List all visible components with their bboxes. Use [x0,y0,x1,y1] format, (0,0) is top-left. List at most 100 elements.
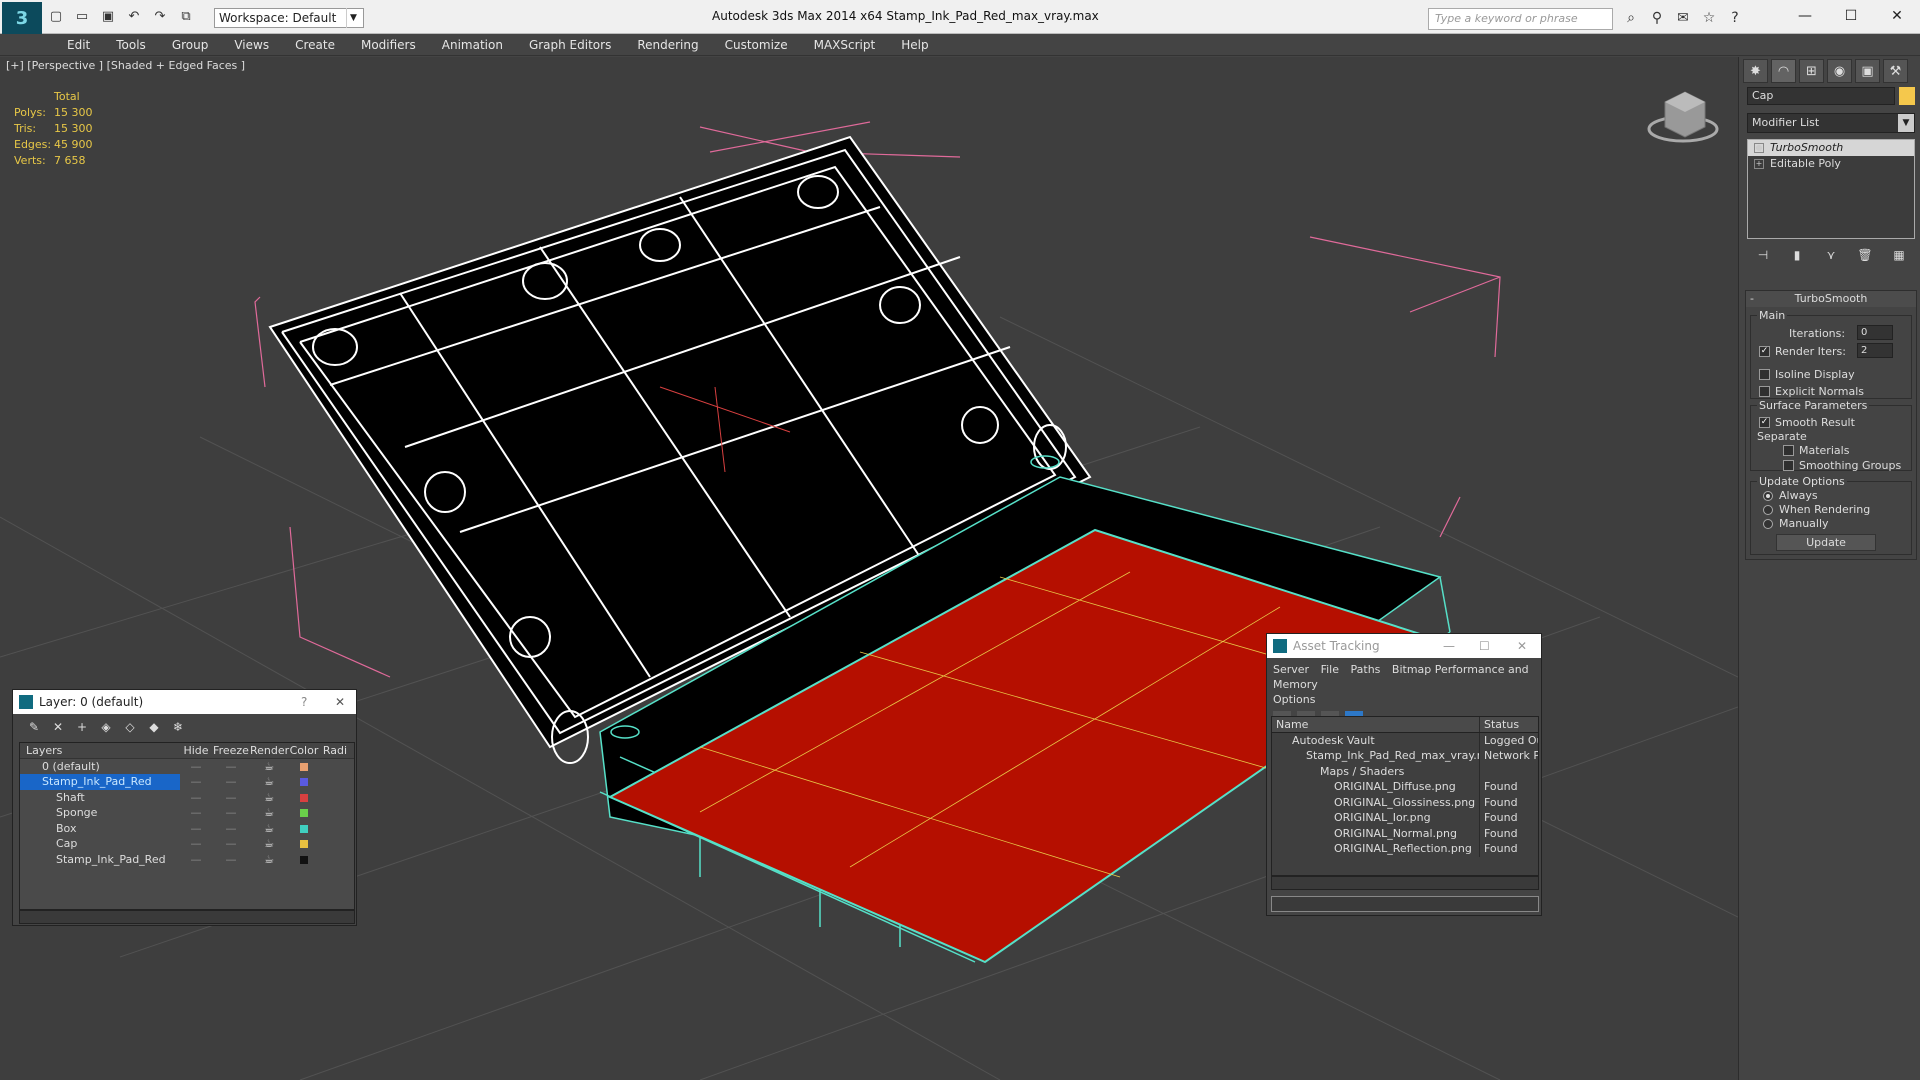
add-to-layer-icon[interactable]: + [73,718,91,736]
menu-help[interactable]: Help [888,34,941,55]
manually-radio[interactable] [1763,519,1773,529]
horizontal-scrollbar[interactable] [1271,876,1539,890]
viewport-label[interactable]: [+] [Perspective ] [Shaded + Edged Faces… [6,59,245,72]
undo-icon[interactable]: ↶ [124,6,144,26]
column-header[interactable]: Radi [320,743,350,758]
layer-color-swatch[interactable] [300,762,308,771]
create-tab-icon[interactable]: ✸ [1743,59,1768,83]
teapot-icon[interactable]: ☕ [250,852,288,868]
motion-tab-icon[interactable]: ◉ [1827,59,1852,83]
minimize-icon[interactable]: — [1443,634,1455,658]
asset-row[interactable]: Autodesk Vault Logged Out [1272,732,1538,748]
asset-window-titlebar[interactable]: Asset Tracking — ☐ ✕ [1267,634,1541,658]
menu-file[interactable]: File [1321,663,1339,676]
viewcube-icon[interactable] [1647,91,1719,143]
teapot-icon[interactable]: ☕ [250,774,288,790]
asset-row[interactable]: ORIGINAL_Diffuse.png Found [1272,779,1538,795]
menu-modifiers[interactable]: Modifiers [348,34,429,55]
layer-row[interactable]: Box — — ☕ [20,821,354,837]
teapot-icon[interactable]: ☕ [250,805,288,821]
asset-name[interactable]: Maps / Shaders [1272,763,1480,779]
column-header[interactable]: Freeze [212,743,250,758]
layer-row[interactable]: Shaft — — ☕ [20,790,354,806]
object-name[interactable]: Sponge [20,805,180,821]
always-radio[interactable] [1763,491,1773,501]
render-iters-checkbox[interactable]: ✓ [1759,346,1770,357]
column-header[interactable]: Render [250,743,289,758]
object-color-swatch[interactable] [1899,87,1915,105]
object-name[interactable]: Shaft [20,790,180,806]
redo-icon[interactable]: ↷ [150,6,170,26]
expand-icon[interactable]: + [1754,159,1764,169]
asset-name[interactable]: ORIGINAL_Glossiness.png [1272,794,1480,810]
menu-create[interactable]: Create [282,34,348,55]
save-icon[interactable]: ▣ [98,6,118,26]
app-logo-icon[interactable]: 3 [2,2,42,34]
layer-row[interactable]: 0 (default) — — ☕ [20,759,354,775]
layer-window-titlebar[interactable]: Layer: 0 (default) ? ✕ [13,690,356,714]
iterations-spinner[interactable]: 0 [1857,325,1893,340]
render-iters-spinner[interactable]: 2 [1857,343,1893,358]
layer-color-swatch[interactable] [300,778,308,786]
utilities-tab-icon[interactable]: ⚒ [1883,59,1908,83]
asset-name[interactable]: Autodesk Vault [1272,732,1480,748]
menu-paths[interactable]: Paths [1351,663,1381,676]
open-file-icon[interactable]: ▭ [72,6,92,26]
menu-options[interactable]: Options [1273,693,1315,706]
perspective-viewport[interactable]: [+] [Perspective ] [Shaded + Edged Faces… [0,57,1738,1080]
close-icon[interactable]: ✕ [1517,634,1527,658]
asset-row[interactable]: Stamp_Ink_Pad_Red_max_vray.max Network P… [1272,748,1538,764]
minimize-icon[interactable]: — [1782,0,1828,32]
display-tab-icon[interactable]: ▣ [1855,59,1880,83]
maximize-icon[interactable]: ☐ [1828,0,1874,32]
explicit-normals-checkbox[interactable] [1759,386,1770,397]
layer-row[interactable]: Sponge — — ☕ [20,805,354,821]
maximize-icon[interactable]: ☐ [1479,634,1490,658]
menu-server[interactable]: Server [1273,663,1309,676]
asset-row[interactable]: ORIGINAL_Reflection.png Found [1272,841,1538,857]
project-folder-icon[interactable]: ⧉ [176,6,196,26]
menu-rendering[interactable]: Rendering [624,34,711,55]
communication-icon[interactable]: ✉ [1674,8,1692,28]
layer-row[interactable]: Stamp_Ink_Pad_Red — — ☕ [20,774,354,790]
freeze-all-icon[interactable]: ❄ [169,718,187,736]
remove-modifier-icon[interactable]: 🗑 [1855,245,1875,265]
column-header[interactable]: Status [1480,717,1538,732]
layer-color-swatch[interactable] [300,809,308,817]
viewport-scene[interactable] [0,57,1738,1080]
asset-name[interactable]: ORIGINAL_Diffuse.png [1272,779,1480,795]
layer-color-swatch[interactable] [300,824,308,833]
stack-item-turbosmooth[interactable]: ● TurboSmooth [1748,140,1914,156]
delete-layer-icon[interactable]: ✕ [49,718,67,736]
layer-color-swatch[interactable] [300,840,308,848]
menu-graph-editors[interactable]: Graph Editors [516,34,624,55]
lightbulb-icon[interactable]: ● [1754,143,1764,153]
layer-color-swatch[interactable] [300,855,308,864]
search-input[interactable]: Type a keyword or phrase [1428,8,1613,30]
help-icon[interactable]: ? [301,690,307,714]
object-name-field[interactable]: Cap [1747,87,1895,105]
column-header[interactable]: Hide [180,743,212,758]
new-layer-icon[interactable]: ✎ [25,718,43,736]
menu-animation[interactable]: Animation [429,34,516,55]
layer-name[interactable]: Stamp_Ink_Pad_Red [20,774,180,790]
object-name[interactable]: Stamp_Ink_Pad_Red [20,852,180,868]
asset-row[interactable]: ORIGINAL_Glossiness.png Found [1272,794,1538,810]
modifier-list-dropdown[interactable]: Modifier List ▼ [1747,113,1915,133]
highlight-layer-icon[interactable]: ◇ [121,718,139,736]
pin-stack-icon[interactable]: ⊣ [1753,245,1773,265]
close-icon[interactable]: ✕ [335,690,345,714]
update-button[interactable]: Update [1776,534,1876,551]
show-end-result-icon[interactable]: ▮ [1787,245,1807,265]
hierarchy-tab-icon[interactable]: ⊞ [1799,59,1824,83]
chevron-down-icon[interactable]: ▼ [1898,114,1914,132]
configure-sets-icon[interactable]: ▦ [1889,245,1909,265]
asset-name[interactable]: ORIGINAL_Ior.png [1272,810,1480,826]
menu-bitmap-performance[interactable]: Bitmap Performance and Memory [1273,663,1529,691]
select-in-layer-icon[interactable]: ◈ [97,718,115,736]
smooth-result-checkbox[interactable]: ✓ [1759,417,1770,428]
modify-tab-icon[interactable]: ◠ [1771,59,1796,83]
asset-row[interactable]: Maps / Shaders [1272,763,1538,779]
close-icon[interactable]: ✕ [1874,0,1920,32]
layer-row[interactable]: Stamp_Ink_Pad_Red — — ☕ [20,852,354,868]
